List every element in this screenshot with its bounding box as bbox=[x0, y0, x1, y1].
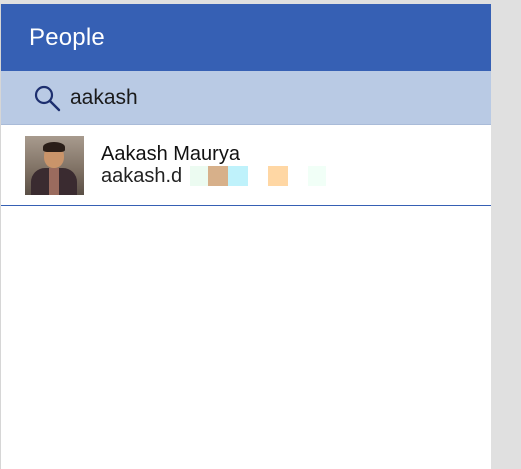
search-input[interactable] bbox=[70, 82, 450, 113]
redaction-block bbox=[228, 166, 249, 186]
person-details: Aakash Maurya aakash.d bbox=[101, 143, 327, 187]
redaction-block bbox=[248, 166, 269, 186]
person-list-item[interactable]: Aakash Maurya aakash.d bbox=[1, 125, 491, 206]
redaction-block bbox=[208, 166, 229, 186]
search-bar bbox=[1, 71, 491, 125]
people-panel: People Aakash Maurya aakash.d bbox=[0, 4, 491, 469]
header-bar: People bbox=[1, 4, 491, 71]
redaction-block bbox=[190, 166, 209, 186]
redaction-block bbox=[308, 166, 327, 186]
person-email-row: aakash.d bbox=[101, 165, 327, 187]
person-name: Aakash Maurya bbox=[101, 143, 240, 165]
people-list: Aakash Maurya aakash.d bbox=[1, 125, 491, 206]
avatar bbox=[25, 135, 84, 195]
search-icon-glyph bbox=[34, 85, 61, 111]
page-title: People bbox=[29, 23, 105, 51]
redaction-block bbox=[268, 166, 289, 186]
redaction-block bbox=[288, 166, 309, 186]
search-icon[interactable] bbox=[30, 81, 64, 115]
person-email: aakash.d bbox=[101, 165, 183, 187]
